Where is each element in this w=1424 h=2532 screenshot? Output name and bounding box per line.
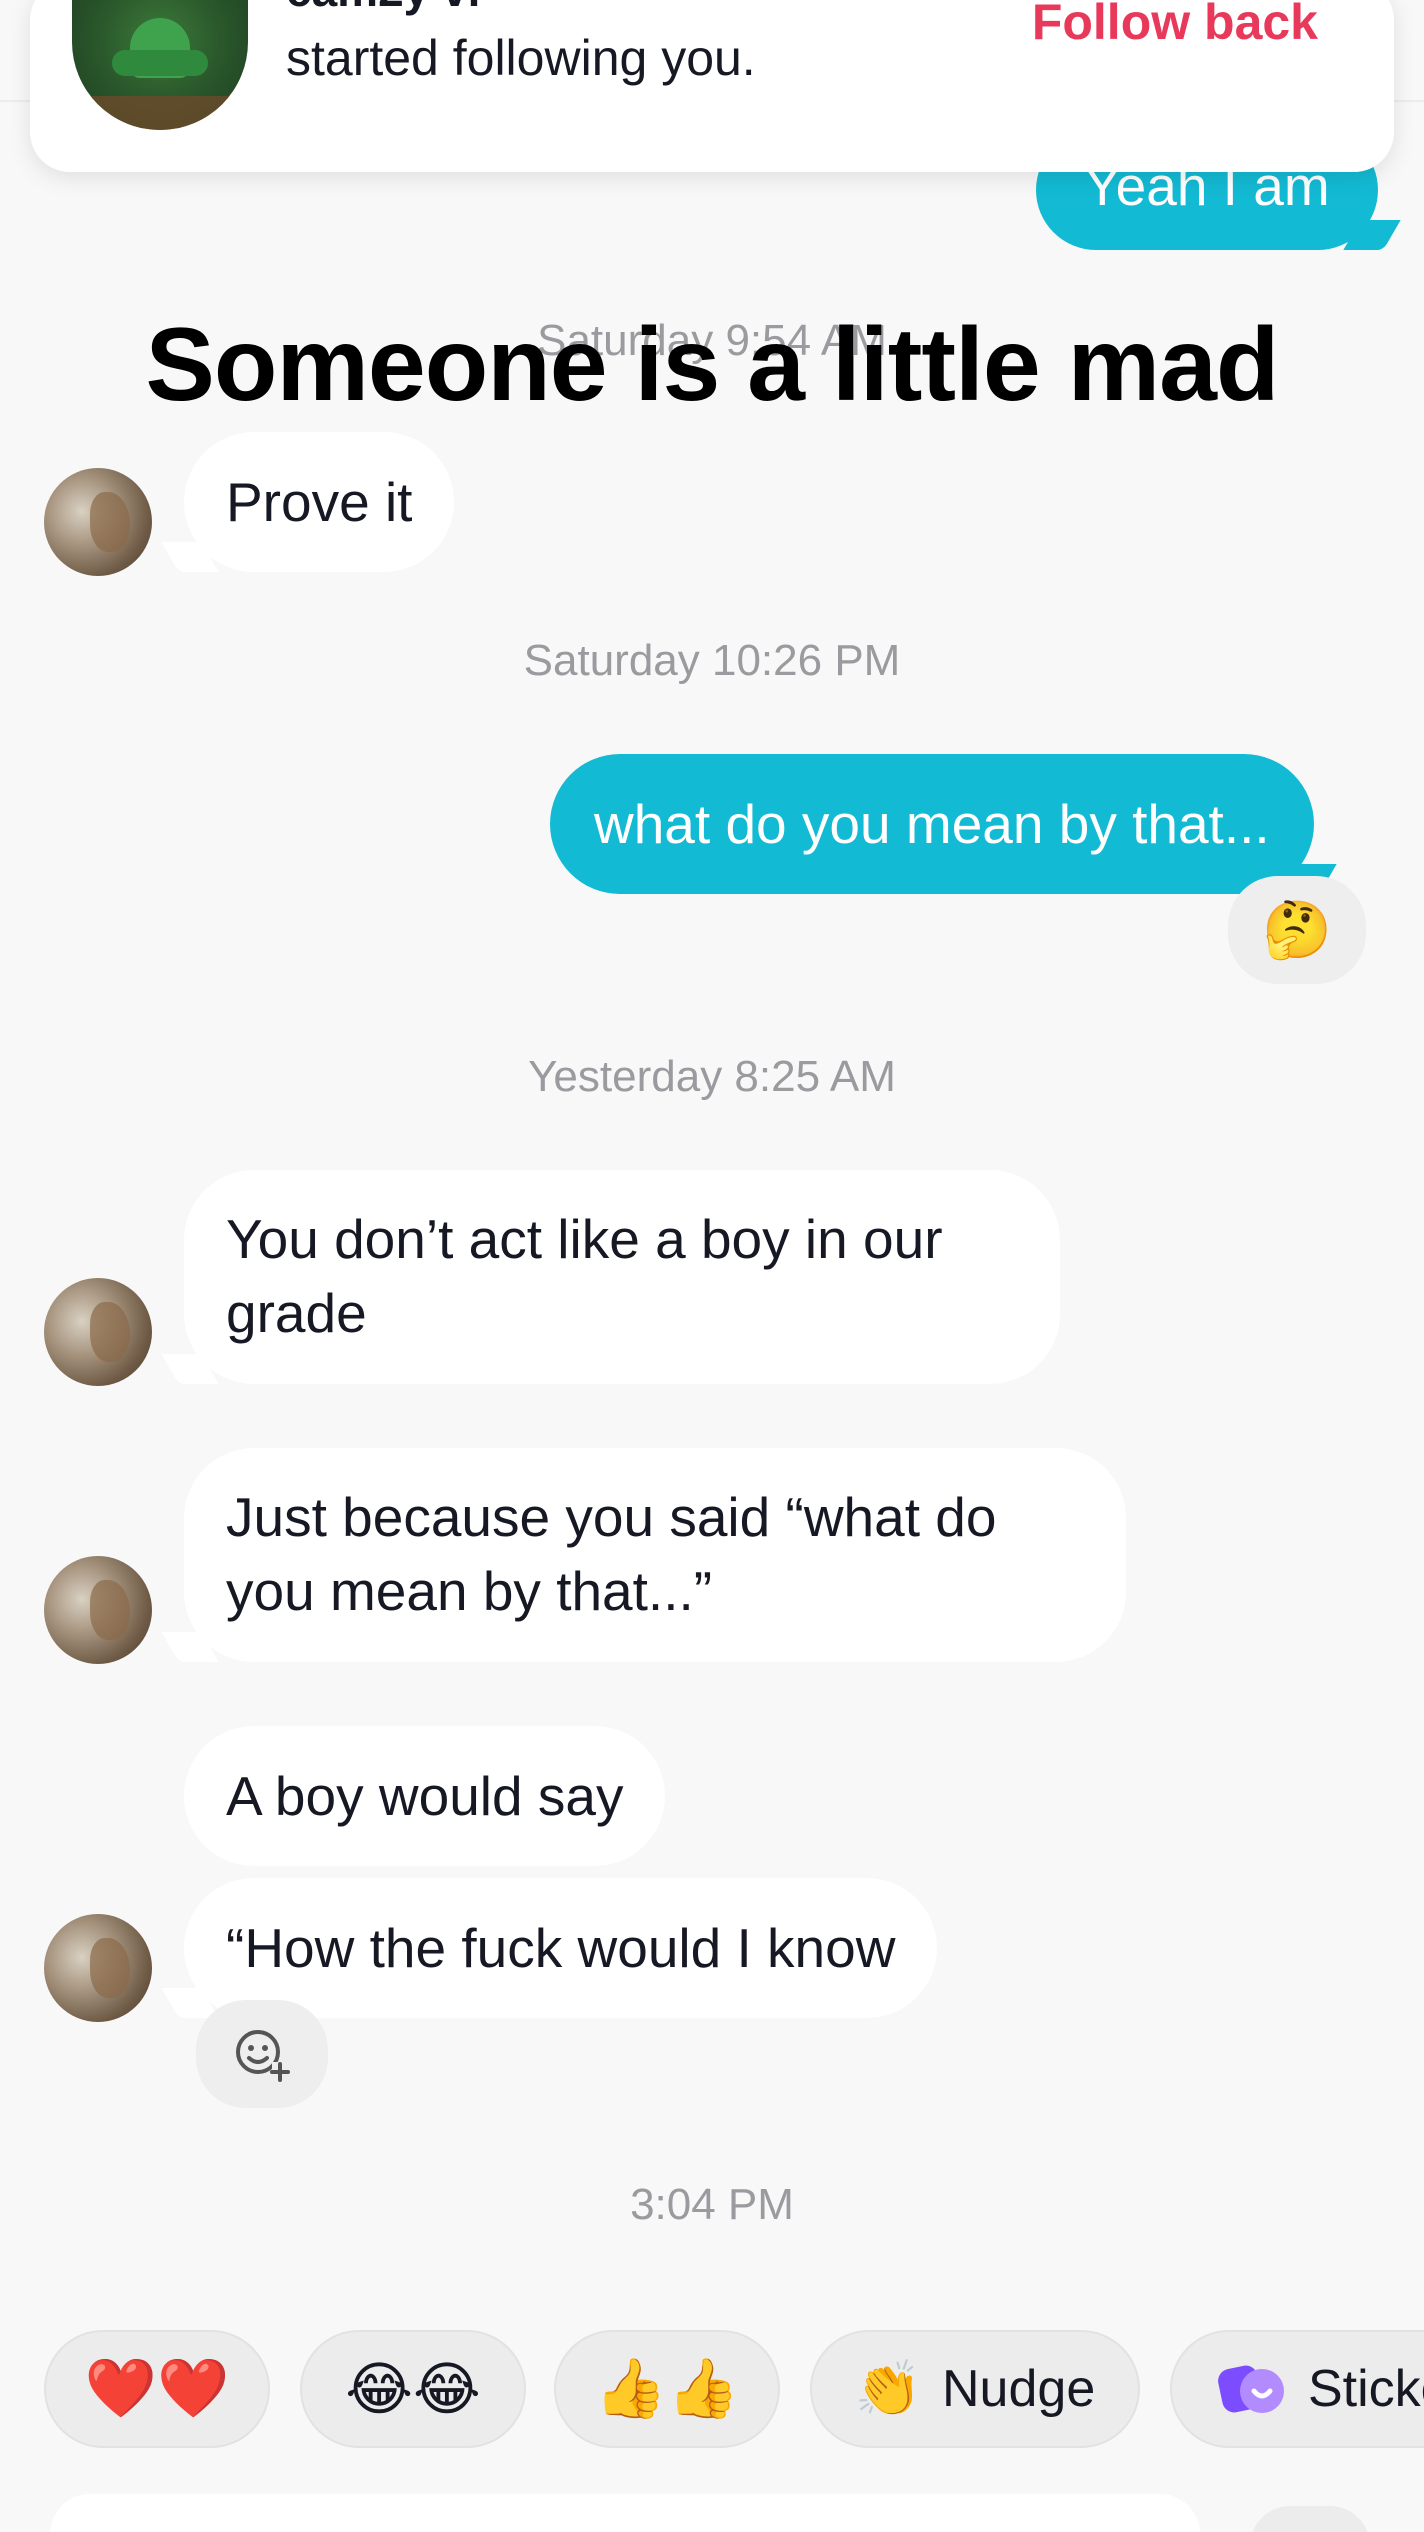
avatar-ground <box>72 96 248 130</box>
message-bubble-incoming[interactable]: You don’t act like a boy in our grade <box>184 1170 1060 1384</box>
contact-avatar[interactable] <box>44 468 152 576</box>
follower-avatar[interactable] <box>72 0 248 130</box>
add-reaction-icon <box>236 2030 290 2082</box>
message-bubble-outgoing[interactable]: what do you mean by that... <box>550 754 1314 894</box>
clapping-hand-icon: 👏 <box>854 2358 922 2419</box>
contact-avatar[interactable] <box>44 1278 152 1386</box>
message-text: what do you mean by that... <box>594 793 1270 855</box>
message-bubble-incoming[interactable]: A boy would say <box>184 1726 666 1866</box>
message-bubble-incoming[interactable]: Just because you said “what do you mean … <box>184 1448 1126 1662</box>
thinking-face-icon: 🤔 <box>1262 898 1332 961</box>
thumbs-up-icon: 👍👍 <box>594 2356 740 2421</box>
send-button[interactable] <box>1250 2506 1370 2532</box>
message-text: A boy would say <box>226 1765 624 1827</box>
overlay-caption: Someone is a little mad <box>145 307 1280 423</box>
timestamp: Saturday 10:26 PM <box>523 636 901 685</box>
message-bubble-incoming[interactable]: “How the fuck would I know <box>184 1878 938 2018</box>
message-text: Just because you said “what do you mean … <box>226 1486 997 1622</box>
contact-avatar[interactable] <box>44 1556 152 1664</box>
follower-username: cam2y vr <box>286 0 486 20</box>
heart-icon: ❤️❤️ <box>84 2356 230 2421</box>
follow-back-button[interactable]: Follow back <box>1032 0 1318 52</box>
quick-reply-thumbs-up[interactable]: 👍👍 <box>554 2330 780 2448</box>
nudge-label: Nudge <box>942 2360 1096 2418</box>
sticker-icon <box>1218 2365 1284 2413</box>
laughing-face-icon: 😂😂 <box>345 2357 481 2422</box>
timestamp: Yesterday 8:25 AM <box>528 1052 896 1101</box>
contact-avatar[interactable] <box>44 1914 152 2022</box>
quick-reply-sticker[interactable]: Sticker <box>1170 2330 1424 2448</box>
avatar-figure-body <box>112 50 208 76</box>
chat-screen: cam2y vr started following you. Follow b… <box>0 0 1424 2532</box>
quick-reply-laughing[interactable]: 😂😂 <box>300 2330 526 2448</box>
notification-message: started following you. <box>286 30 756 86</box>
message-text: Prove it <box>226 471 413 533</box>
message-bubble-incoming[interactable]: Prove it <box>184 432 455 572</box>
message-text: “How the fuck would I know <box>226 1917 896 1979</box>
quick-reply-nudge[interactable]: 👏 Nudge <box>810 2330 1140 2448</box>
follow-notification[interactable]: cam2y vr started following you. Follow b… <box>30 0 1394 172</box>
message-text: You don’t act like a boy in our grade <box>226 1208 943 1344</box>
message-input[interactable] <box>50 2494 1200 2532</box>
sticker-label: Sticker <box>1308 2360 1424 2418</box>
add-reaction-button[interactable] <box>196 2000 328 2108</box>
message-reaction[interactable]: 🤔 <box>1228 876 1366 984</box>
quick-reply-hearts[interactable]: ❤️❤️ <box>44 2330 270 2448</box>
timestamp: 3:04 PM <box>630 2180 794 2229</box>
